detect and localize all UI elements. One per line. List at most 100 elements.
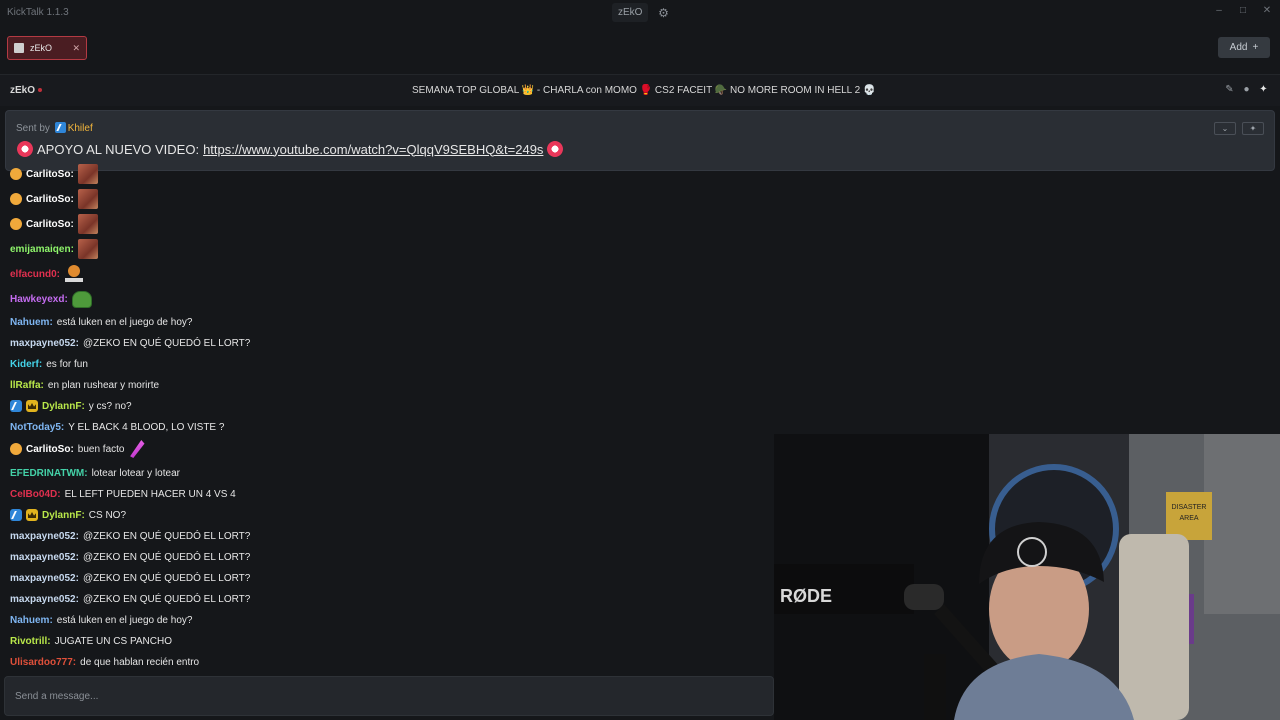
- title-center: zEkO ⚙: [612, 3, 672, 22]
- minimize-icon[interactable]: –: [1214, 5, 1224, 16]
- chat-messages[interactable]: CarlitoSo: CarlitoSo: CarlitoSo: emijamaiqe…: [0, 161, 774, 674]
- emote-icon: [64, 264, 84, 284]
- unpin-icon[interactable]: ✦: [1242, 122, 1264, 135]
- chat-message: maxpayne052: @ZEKO EN QUÉ QUEDÓ EL LORT?: [10, 333, 250, 353]
- user-icon[interactable]: ●: [1242, 84, 1251, 95]
- pin-icon[interactable]: ✦: [1259, 84, 1268, 95]
- chat-username[interactable]: maxpayne052:: [10, 338, 79, 349]
- chat-message: NotToday5: Y EL BACK 4 BLOOD, LO VISTE ?: [10, 417, 224, 437]
- webcam-poster-text: DISASTER: [1171, 504, 1206, 511]
- chat-message: CarlitoSo:: [10, 164, 98, 184]
- chat-username[interactable]: CarlitoSo:: [26, 444, 74, 455]
- chat-username[interactable]: maxpayne052:: [10, 573, 79, 584]
- channel-header: zEkO SEMANA TOP GLOBAL 👑 - CHARLA con MO…: [0, 74, 1280, 106]
- pinned-link[interactable]: https://www.youtube.com/watch?v=QlqqV9SE…: [203, 142, 543, 157]
- title-bar: KickTalk 1.1.3 zEkO ⚙ – □ ✕: [0, 0, 1280, 26]
- chat-message: maxpayne052: @ZEKO EN QUÉ QUEDÓ EL LORT?: [10, 589, 250, 609]
- tab-label: zEkO: [30, 43, 53, 53]
- emote-icon: [77, 189, 98, 209]
- chat-message: elfacund0:: [10, 264, 84, 284]
- plus-icon: +: [1252, 42, 1259, 53]
- chat-username[interactable]: DylannF:: [42, 401, 85, 412]
- chat-message-text: es for fun: [46, 358, 88, 370]
- chat-username[interactable]: maxpayne052:: [10, 594, 79, 605]
- chat-message-text: está luken en el juego de hoy?: [56, 316, 193, 328]
- chat-message: emijamaiqen:: [10, 239, 98, 259]
- chat-username[interactable]: Kiderf:: [10, 359, 42, 370]
- crown-badge-icon: [26, 509, 38, 521]
- tab-channel[interactable]: zEkO ✕: [7, 36, 87, 60]
- chat-username[interactable]: llRaffa:: [10, 380, 44, 391]
- chat-message: CeIBo04D: EL LEFT PUEDEN HACER UN 4 VS 4: [10, 484, 236, 504]
- chat-message-text: en plan rushear y morirte: [47, 379, 160, 391]
- chat-username[interactable]: CeIBo04D:: [10, 489, 61, 500]
- window-controls: – □ ✕: [1214, 5, 1272, 16]
- chat-message: Ulisardoo777: de que hablan recién entro: [10, 652, 199, 672]
- tab-bar: zEkO ✕ Add +: [0, 26, 1280, 72]
- chat-message: DylannF: CS NO?: [10, 505, 126, 525]
- stream-title: SEMANA TOP GLOBAL 👑 - CHARLA con MOMO 🥊 …: [412, 85, 876, 96]
- chat-message: Nahuem: está luken en el juego de hoy?: [10, 312, 192, 332]
- message-input-container: [4, 676, 774, 716]
- header-icons: ✎ ● ✦: [1225, 84, 1268, 95]
- chat-username[interactable]: maxpayne052:: [10, 552, 79, 563]
- chat-message-text: y cs? no?: [88, 400, 132, 412]
- chat-message-text: EL LEFT PUEDEN HACER UN 4 VS 4: [64, 488, 236, 500]
- vip-badge-icon: [54, 122, 66, 133]
- close-window-icon[interactable]: ✕: [1262, 5, 1272, 16]
- vip-badge-icon: [10, 400, 22, 412]
- gift-badge-icon: [10, 193, 22, 205]
- chat-message-text: Y EL BACK 4 BLOOD, LO VISTE ?: [68, 421, 225, 433]
- chat-username[interactable]: Hawkeyexd:: [10, 294, 68, 305]
- expand-pinned-icon[interactable]: ⌄: [1214, 122, 1236, 135]
- chat-username[interactable]: maxpayne052:: [10, 531, 79, 542]
- emote-icon: [77, 214, 98, 234]
- pinned-message-text: APOYO AL NUEVO VIDEO:: [37, 141, 200, 157]
- add-button[interactable]: Add +: [1218, 37, 1270, 58]
- crown-badge-icon: [26, 400, 38, 412]
- webcam-image: DISASTER AREA RØDE: [774, 434, 1280, 720]
- chat-username[interactable]: elfacund0:: [10, 269, 60, 280]
- gift-badge-icon: [10, 168, 22, 180]
- chat-message-text: @ZEKO EN QUÉ QUEDÓ EL LORT?: [82, 593, 251, 605]
- chat-username[interactable]: CarlitoSo:: [26, 194, 74, 205]
- chat-message: maxpayne052: @ZEKO EN QUÉ QUEDÓ EL LORT?: [10, 547, 250, 567]
- chat-message: Rivotrill: JUGATE UN CS PANCHO: [10, 631, 172, 651]
- tab-close-icon[interactable]: ✕: [72, 43, 80, 54]
- pinned-message-body: APOYO AL NUEVO VIDEO: https://www.youtub…: [17, 141, 564, 157]
- chat-username[interactable]: EFEDRINATWM:: [10, 468, 88, 479]
- emote-icon: [130, 440, 145, 458]
- emote-icon: [547, 141, 564, 157]
- gift-badge-icon: [10, 443, 22, 455]
- svg-text:AREA: AREA: [1179, 515, 1198, 522]
- chat-username[interactable]: Rivotrill:: [10, 636, 51, 647]
- chat-message: EFEDRINATWM: lotear lotear y lotear: [10, 463, 180, 483]
- maximize-icon[interactable]: □: [1238, 5, 1248, 16]
- chat-username[interactable]: Nahuem:: [10, 317, 53, 328]
- window-channel-label[interactable]: zEkO: [612, 3, 649, 22]
- chat-username[interactable]: CarlitoSo:: [26, 219, 74, 230]
- chat-username[interactable]: CarlitoSo:: [26, 169, 74, 180]
- chat-message-text: JUGATE UN CS PANCHO: [54, 635, 172, 647]
- vip-badge-icon: [10, 509, 22, 521]
- chat-message: CarlitoSo:: [10, 214, 98, 234]
- chat-username[interactable]: emijamaiqen:: [10, 244, 74, 255]
- chat-message-text: @ZEKO EN QUÉ QUEDÓ EL LORT?: [82, 337, 251, 349]
- chat-username[interactable]: DylannF:: [42, 510, 85, 521]
- chat-username[interactable]: Nahuem:: [10, 615, 53, 626]
- chat-username[interactable]: NotToday5:: [10, 422, 64, 433]
- chat-username[interactable]: Ulisardoo777:: [10, 657, 76, 668]
- chat-message-text: @ZEKO EN QUÉ QUEDÓ EL LORT?: [82, 530, 251, 542]
- pinned-user[interactable]: Khilef: [68, 123, 93, 134]
- pinned-sent-by: Sent by Khilef: [16, 122, 93, 134]
- chat-message: CarlitoSo: buen facto: [10, 439, 145, 459]
- channel-name: zEkO: [10, 85, 43, 96]
- chat-message: maxpayne052: @ZEKO EN QUÉ QUEDÓ EL LORT?: [10, 526, 250, 546]
- emote-icon: [77, 164, 98, 184]
- chat-message: CarlitoSo:: [10, 189, 98, 209]
- message-input[interactable]: [5, 677, 773, 715]
- mod-tools-icon[interactable]: ✎: [1225, 84, 1234, 95]
- chat-message-text: CS NO?: [88, 509, 127, 521]
- chat-message: Nahuem: está luken en el juego de hoy?: [10, 610, 192, 630]
- gear-icon[interactable]: ⚙: [654, 4, 672, 22]
